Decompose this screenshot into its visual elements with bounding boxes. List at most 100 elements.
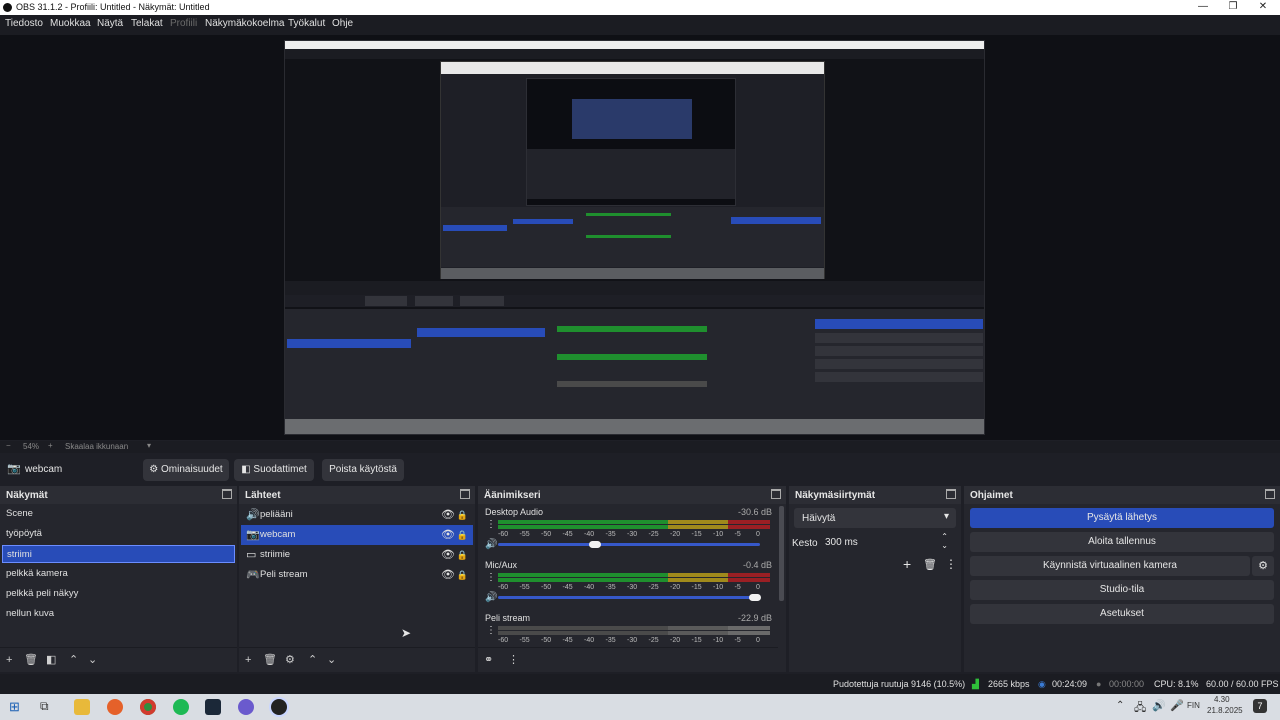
scale-to-window-label[interactable]: Skaalaa ikkunaan xyxy=(65,442,128,451)
start-virtual-camera-button[interactable]: Käynnistä virtuaalinen kamera xyxy=(970,556,1250,576)
zoom-out-button[interactable]: − xyxy=(6,441,11,450)
undock-icon[interactable] xyxy=(946,489,956,499)
nested-btn-3 xyxy=(815,346,983,356)
mixer-scrollbar[interactable] xyxy=(779,506,784,601)
scene-item[interactable]: pelkkä peli näkyy xyxy=(2,585,235,603)
source-row[interactable]: ▭ striimie 👁 🔒 xyxy=(241,545,473,565)
start-recording-button[interactable]: Aloita tallennus xyxy=(970,532,1274,552)
fader-knob[interactable] xyxy=(588,541,601,548)
eye-icon[interactable]: 👁 xyxy=(441,505,455,525)
duration-spinbox[interactable]: 300 ms ⌃ ⌄ xyxy=(819,532,956,553)
menu-view[interactable]: Näytä xyxy=(97,18,123,29)
lock-icon[interactable]: 🔒 xyxy=(457,525,468,545)
channel-menu-icon[interactable]: ⋮ xyxy=(486,519,496,530)
network-icon[interactable]: 🖧 xyxy=(1134,699,1146,718)
move-up-icon[interactable]: ⌃ xyxy=(308,653,317,667)
scene-item-selected[interactable]: striimi xyxy=(2,545,235,563)
menu-tools[interactable]: Työkalut xyxy=(288,18,325,29)
clock-date[interactable]: 21.8.2025 xyxy=(1207,706,1243,715)
maximize-button[interactable]: ❐ xyxy=(1218,0,1248,15)
mute-speaker-icon[interactable]: 🔊 xyxy=(485,592,497,603)
fader-knob[interactable] xyxy=(748,594,761,601)
task-view-icon[interactable]: ⧉ xyxy=(40,699,49,714)
spin-down-icon[interactable]: ⌄ xyxy=(941,541,948,550)
gear-icon[interactable]: ⚙ xyxy=(285,653,295,667)
move-down-icon[interactable]: ⌄ xyxy=(327,653,336,667)
trash-icon[interactable]: 🗑 xyxy=(263,653,277,667)
move-down-icon[interactable]: ⌄ xyxy=(88,653,97,667)
notifications-badge[interactable]: 7 xyxy=(1253,699,1267,713)
windows-start-icon[interactable]: ⊞ xyxy=(9,699,20,715)
menu-profile[interactable]: Profiili xyxy=(170,18,197,29)
trash-icon[interactable]: 🗑 xyxy=(923,558,937,571)
add-icon[interactable]: + xyxy=(903,556,911,572)
studio-mode-button[interactable]: Studio-tila xyxy=(970,580,1274,600)
scene-item[interactable]: pelkkä kamera xyxy=(2,565,235,583)
transition-select[interactable]: Häivytä ▾ xyxy=(794,508,956,528)
scene-item[interactable]: työpöytä xyxy=(2,525,235,543)
properties-button[interactable]: ⚙ Ominaisuudet xyxy=(143,459,229,481)
channel-menu-icon[interactable]: ⋮ xyxy=(486,625,496,636)
lock-icon[interactable]: 🔒 xyxy=(457,545,468,565)
source-row[interactable]: 🎮 Peli stream 👁 🔒 xyxy=(241,565,473,585)
menu-dots-icon[interactable]: ⋮ xyxy=(945,557,957,571)
firefox-icon[interactable] xyxy=(107,699,123,715)
undock-icon[interactable] xyxy=(460,489,470,499)
eye-icon[interactable]: 👁 xyxy=(441,565,455,585)
zoom-in-button[interactable]: + xyxy=(48,441,53,450)
menu-scene-collection[interactable]: Näkymäkokoelma xyxy=(205,18,284,29)
meter-segment xyxy=(728,520,770,524)
source-row-selected[interactable]: 📷 webcam 👁 🔒 xyxy=(241,525,473,545)
scene-item[interactable]: nellun kuva xyxy=(2,605,235,623)
spin-up-icon[interactable]: ⌃ xyxy=(941,532,948,541)
deactivate-button[interactable]: Poista käytöstä xyxy=(322,459,404,481)
gear-icon[interactable]: ⚙ xyxy=(1252,556,1274,576)
signal-icon: ▟ xyxy=(972,679,979,689)
move-up-icon[interactable]: ⌃ xyxy=(69,653,78,667)
undock-icon[interactable] xyxy=(771,489,781,499)
undock-icon[interactable] xyxy=(222,489,232,499)
meter-ticks: -60 -55 -50 -45 -40 -35 -30 -25 -20 -15 -10 -5 0 xyxy=(498,637,770,647)
settings-button[interactable]: Asetukset xyxy=(970,604,1274,624)
close-button[interactable]: ✕ xyxy=(1248,0,1278,15)
menu-edit[interactable]: Muokkaa xyxy=(50,18,91,29)
volume-icon[interactable]: 🔊 xyxy=(1152,699,1166,712)
minimize-button[interactable]: — xyxy=(1188,0,1218,15)
stop-streaming-button[interactable]: Pysäytä lähetys xyxy=(970,508,1274,528)
controls-header: Ohjaimet xyxy=(964,486,1280,504)
add-icon[interactable]: + xyxy=(245,653,251,667)
lock-icon[interactable]: 🔒 xyxy=(457,565,468,585)
menu-help[interactable]: Ohje xyxy=(332,18,353,29)
source-row[interactable]: 🔊 peliääni 👁 🔒 xyxy=(241,505,473,525)
clock-time[interactable]: 4.30 xyxy=(1214,695,1230,704)
microphone-icon[interactable]: 🎤 xyxy=(1170,699,1184,712)
program-preview[interactable] xyxy=(284,40,985,435)
menu-docks[interactable]: Telakat xyxy=(131,18,163,29)
chevron-down-icon[interactable]: ▾ xyxy=(147,441,151,450)
filters-icon[interactable]: ◧ xyxy=(46,653,56,667)
steam-icon[interactable] xyxy=(205,699,221,715)
eye-icon[interactable]: 👁 xyxy=(441,545,455,565)
discord-icon[interactable] xyxy=(238,699,254,715)
channel-menu-icon[interactable]: ⋮ xyxy=(486,572,496,583)
volume-fader[interactable] xyxy=(498,541,760,548)
scene-item[interactable]: Scene xyxy=(2,505,235,523)
undock-icon[interactable] xyxy=(1265,489,1275,499)
file-explorer-icon[interactable] xyxy=(74,699,90,715)
trash-icon[interactable]: 🗑 xyxy=(24,653,38,667)
spotify-icon[interactable] xyxy=(173,699,189,715)
menu-file[interactable]: Tiedosto xyxy=(5,18,43,29)
chrome-icon[interactable] xyxy=(140,699,156,715)
eye-icon[interactable]: 👁 xyxy=(441,525,455,545)
add-icon[interactable]: + xyxy=(6,653,12,667)
lock-icon[interactable]: 🔒 xyxy=(457,505,468,525)
obs-taskbar-icon[interactable] xyxy=(271,699,287,715)
link-icon[interactable]: ⚭ xyxy=(484,653,493,667)
tray-chevron-icon[interactable]: ⌃ xyxy=(1116,700,1124,711)
language-indicator[interactable]: FIN xyxy=(1187,701,1200,710)
volume-fader[interactable] xyxy=(498,594,761,601)
filters-button[interactable]: ◧ Suodattimet xyxy=(234,459,314,481)
mute-speaker-icon[interactable]: 🔊 xyxy=(485,539,497,550)
source-name: striimie xyxy=(260,549,291,560)
menu-dots-icon[interactable]: ⋮ xyxy=(508,653,519,667)
